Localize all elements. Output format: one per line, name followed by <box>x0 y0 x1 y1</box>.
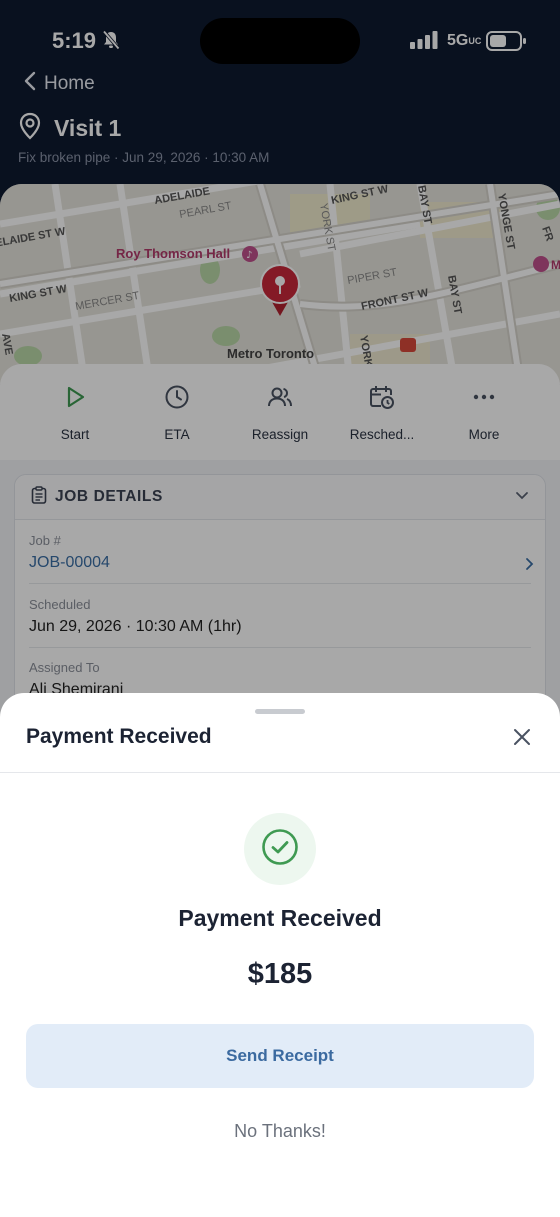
no-thanks-button[interactable]: No Thanks! <box>0 1121 560 1142</box>
payment-received-sheet: Payment Received Payment Received $185 S… <box>0 693 560 1217</box>
divider <box>0 772 560 773</box>
check-circle-icon <box>261 828 299 871</box>
payment-heading: Payment Received <box>178 905 382 931</box>
sheet-title: Payment Received <box>26 725 212 748</box>
sheet-drag-handle[interactable] <box>255 709 305 714</box>
close-icon <box>513 728 531 751</box>
payment-amount: $185 <box>247 958 313 990</box>
send-receipt-button[interactable]: Send Receipt <box>26 1024 534 1088</box>
close-button[interactable] <box>508 725 536 753</box>
success-badge <box>244 813 316 885</box>
